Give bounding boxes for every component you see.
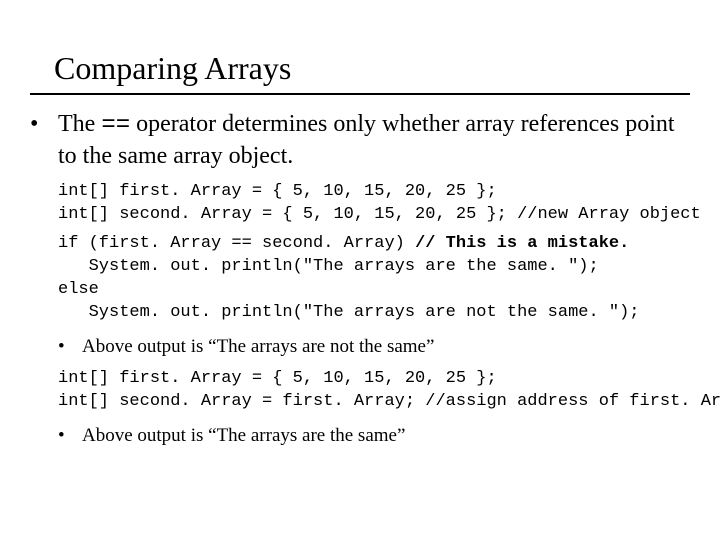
bullet-dot: • [70, 424, 82, 448]
main-bullet: •The == operator determines only whether… [58, 109, 690, 171]
title-rule [30, 93, 690, 95]
slide: Comparing Arrays •The == operator determ… [0, 0, 720, 540]
code-block-1: int[] first. Array = { 5, 10, 15, 20, 25… [58, 181, 690, 227]
sub-bullet-2-text: Above output is “The arrays are the same… [82, 425, 405, 446]
code2-line1: if (first. Array == second. Array) [58, 234, 415, 253]
bullet1-part-b: operator determines only whether array r… [58, 111, 675, 169]
code3-line1: int[] first. Array = { 5, 10, 15, 20, 25… [58, 369, 497, 388]
sub-bullet-2: •Above output is “The arrays are the sam… [82, 424, 690, 448]
code2-line4: System. out. println("The arrays are not… [58, 303, 640, 322]
code1-line1: int[] first. Array = { 5, 10, 15, 20, 25… [58, 182, 497, 201]
code-block-3: int[] first. Array = { 5, 10, 15, 20, 25… [58, 368, 690, 414]
code1-line2: int[] second. Array = { 5, 10, 15, 20, 2… [58, 205, 701, 224]
code2-line1-comment: // This is a mistake. [415, 234, 629, 253]
code3-line2: int[] second. Array = first. Array; //as… [58, 392, 720, 411]
bullet1-part-a: The [58, 111, 101, 137]
code2-line3: else [58, 280, 99, 299]
bullet-dot: • [70, 335, 82, 359]
equals-operator: == [101, 112, 130, 139]
code-block-2: if (first. Array == second. Array) // Th… [58, 233, 690, 325]
sub-bullet-1-text: Above output is “The arrays are not the … [82, 336, 434, 357]
bullet-dot: • [44, 109, 58, 139]
code2-line2: System. out. println("The arrays are the… [58, 257, 599, 276]
page-title: Comparing Arrays [54, 50, 690, 87]
sub-bullet-1: •Above output is “The arrays are not the… [82, 335, 690, 359]
